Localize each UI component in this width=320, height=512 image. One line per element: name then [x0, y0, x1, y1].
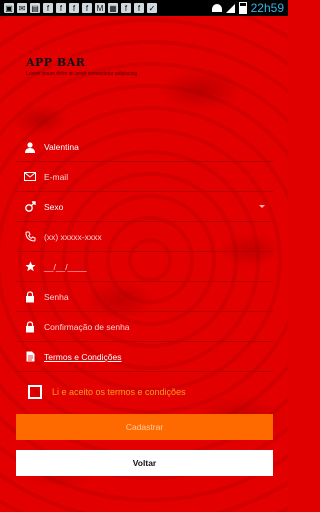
status-bar: ▣ ✉ ▤ f f f f M ▦ f f ✓ 22h59	[0, 0, 288, 16]
app-logo: APP BAR Lorem ipsum dolor sit amet conse…	[26, 56, 137, 77]
password-confirm-placeholder: Confirmação de senha	[44, 321, 130, 332]
battery-icon	[238, 2, 247, 14]
facebook-icon: f	[134, 3, 144, 13]
facebook-icon: f	[43, 3, 53, 13]
email-placeholder: E-mail	[44, 171, 69, 182]
bag-icon: ▣	[4, 3, 14, 13]
gender-select[interactable]: Sexo	[16, 192, 273, 222]
back-button[interactable]: Voltar	[16, 450, 273, 476]
image-icon: ▦	[108, 3, 118, 13]
wifi-icon	[211, 4, 222, 12]
facebook-icon: f	[82, 3, 92, 13]
birthdate-field[interactable]: __/__/____	[16, 252, 273, 282]
email-field[interactable]: E-mail	[16, 162, 273, 192]
phone-icon	[16, 231, 44, 242]
star-icon	[16, 261, 44, 272]
password-confirm-field[interactable]: Confirmação de senha	[16, 312, 273, 342]
facebook-icon: f	[69, 3, 79, 13]
name-field[interactable]: Valentina	[16, 132, 273, 162]
envelope-icon	[16, 172, 44, 181]
document-icon	[16, 351, 44, 362]
signal-icon	[225, 3, 235, 13]
male-symbol-icon	[16, 200, 44, 213]
photo-icon: ▤	[30, 3, 40, 13]
app-logo-title: APP BAR	[26, 56, 86, 69]
birthdate-placeholder: __/__/____	[44, 261, 87, 272]
terms-row: Termos e Condições	[16, 342, 273, 372]
password-placeholder: Senha	[44, 291, 69, 302]
registration-form: Valentina E-mail Sexo (xx) xxxxx-xxxx __…	[16, 132, 273, 476]
agree-terms-row[interactable]: Li e aceito os termos e condições	[16, 372, 273, 412]
lock-icon	[16, 290, 44, 303]
phone-placeholder: (xx) xxxxx-xxxx	[44, 231, 102, 242]
checkbox-icon: ✓	[147, 3, 157, 13]
password-field[interactable]: Senha	[16, 282, 273, 312]
person-icon	[16, 141, 44, 153]
status-time: 22h59	[250, 1, 284, 15]
terms-link[interactable]: Termos e Condições	[44, 352, 121, 362]
name-value: Valentina	[44, 141, 79, 152]
gmail-icon: M	[95, 3, 105, 13]
phone-field[interactable]: (xx) xxxxx-xxxx	[16, 222, 273, 252]
chat-icon: ✉	[17, 3, 27, 13]
gender-value: Sexo	[44, 201, 64, 212]
facebook-icon: f	[56, 3, 66, 13]
lock-icon	[16, 320, 44, 333]
notification-icons: ▣ ✉ ▤ f f f f M ▦ f f ✓	[0, 3, 157, 13]
agree-checkbox[interactable]	[28, 385, 42, 399]
facebook-icon: f	[121, 3, 131, 13]
agree-label[interactable]: Li e aceito os termos e condições	[52, 387, 186, 397]
register-button[interactable]: Cadastrar	[16, 414, 273, 440]
dropdown-caret-icon	[259, 205, 265, 208]
app-logo-subtitle: Lorem ipsum dolor sit amet consectetur a…	[26, 71, 138, 77]
